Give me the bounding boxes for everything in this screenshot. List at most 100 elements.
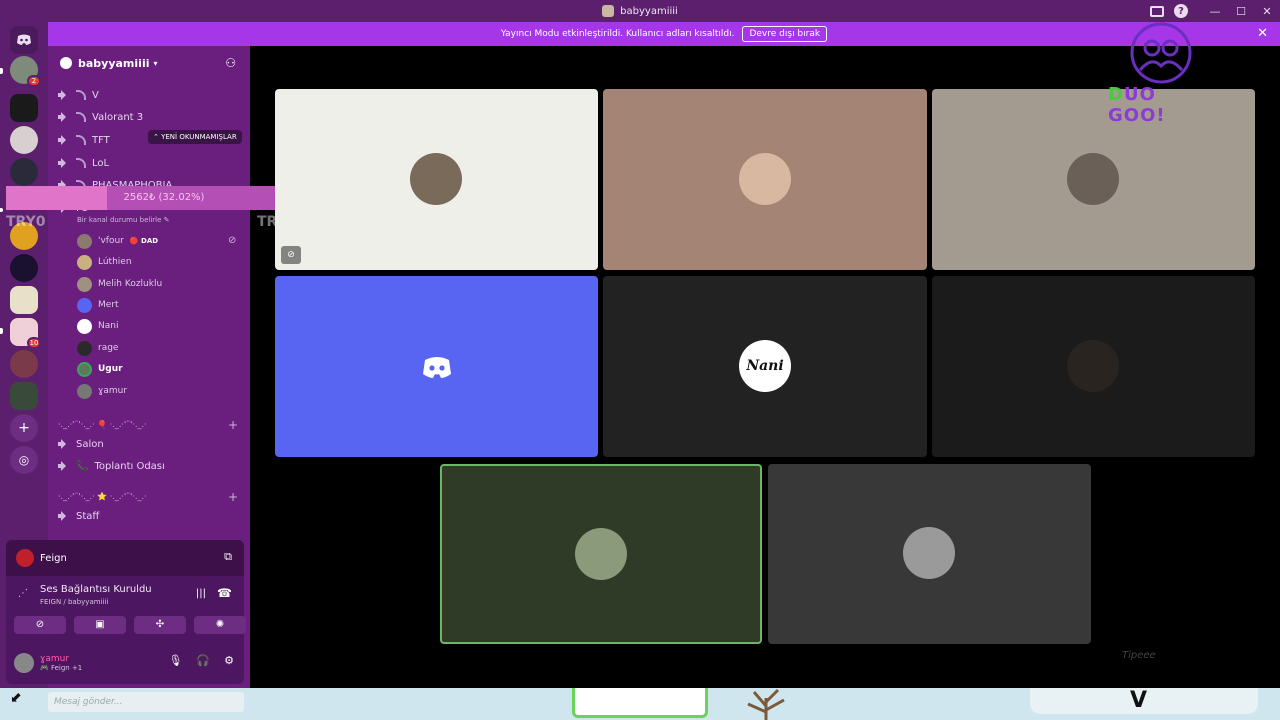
member-ugur[interactable]: Ugur (77, 360, 123, 378)
soundboard-button[interactable]: ✺ (194, 616, 246, 634)
voice-status[interactable]: Ses Bağlantısı Kuruldu (40, 584, 152, 595)
member-vfour[interactable]: 'vfour 🔴 DAD (77, 232, 158, 250)
dad-tag: 🔴 DAD (129, 237, 159, 245)
channel-toplanti[interactable]: 📞 Toplantı Odası (58, 457, 165, 475)
avatar (14, 653, 34, 673)
discord-home-icon[interactable] (10, 26, 38, 54)
chevron-down-icon: ▾ (153, 58, 158, 68)
server-icon-9[interactable] (10, 350, 38, 378)
avatar (77, 340, 92, 356)
message-input[interactable]: Mesaj gönder... (48, 692, 244, 712)
avatar (77, 254, 92, 270)
maximize-button[interactable]: ☐ (1228, 5, 1254, 18)
video-tile-discord[interactable] (275, 276, 598, 457)
close-window-button[interactable]: ✕ (1254, 5, 1280, 18)
minimize-button[interactable]: — (1202, 5, 1228, 18)
activities-button[interactable]: ✣ (134, 616, 186, 634)
add-channel-icon[interactable]: + (228, 490, 238, 504)
channel-lol[interactable]: LoL (58, 154, 109, 172)
signal-icon: ⋰ (18, 588, 28, 599)
explore-icon[interactable]: ◎ (10, 446, 38, 474)
microphone-icon[interactable]: 🎙 (168, 654, 182, 667)
avatar (77, 297, 92, 313)
camera-button[interactable]: ⊘ (14, 616, 66, 634)
speaker-icon (58, 112, 70, 122)
avatar (77, 276, 92, 292)
v-logo-icon: V (1130, 688, 1148, 713)
arrow-icon: ⬋ (10, 690, 22, 706)
disable-streamer-mode-button[interactable]: Devre dışı bırak (742, 26, 828, 42)
channel-staff[interactable]: Staff (58, 507, 99, 525)
tree-icon (747, 688, 785, 720)
add-server-icon[interactable]: + (10, 414, 38, 442)
speaker-icon (58, 158, 70, 168)
window-title: babyyamiiii (602, 5, 678, 17)
popout-icon[interactable]: ⧉ (224, 550, 232, 564)
user-activity: 🎮 Feign +1 (40, 664, 83, 672)
speaker-icon (58, 135, 70, 145)
avatar (410, 153, 462, 205)
category-1-header[interactable]: ·._.·'¨'·._.· 🎈 ·._.·'¨'·._.· (58, 420, 147, 429)
video-tile-girl[interactable] (603, 89, 927, 270)
member-mert[interactable]: Mert (77, 296, 119, 314)
speaker-icon (58, 461, 70, 471)
channel-salon[interactable]: Salon (58, 435, 104, 453)
channel-status-placeholder[interactable]: Bir kanal durumu belirle ✎ (77, 216, 170, 224)
avatar (739, 153, 791, 205)
user-name: ɣamur (40, 654, 70, 664)
server-header[interactable]: babyyamiiii ▾ ⚇ (48, 46, 250, 80)
category-2-header[interactable]: ·._.·'¨'·._.· ⭐ ·._.·'¨'·._.· (58, 492, 147, 501)
add-member-icon[interactable]: ⚇ (225, 56, 236, 70)
screen-share-icon[interactable] (1150, 5, 1164, 17)
member-rage[interactable]: rage (77, 339, 118, 357)
avatar (77, 383, 92, 399)
noise-suppression-icon[interactable]: ||| (196, 588, 206, 599)
watermark: Tipeee (1122, 650, 1156, 661)
channel-valorant-3[interactable]: Valorant 3 (58, 108, 143, 126)
title-bar: babyyamiiii ? — ☐ ✕ (0, 0, 1280, 22)
avatar (77, 361, 92, 377)
speaker-icon (58, 511, 70, 521)
video-tile-bw[interactable] (768, 464, 1091, 644)
voice-channel-header[interactable]: Feign ⧉ (6, 540, 244, 576)
activity-icon (76, 158, 86, 168)
server-icon-1[interactable]: 2 (10, 56, 41, 87)
video-tile-dark[interactable] (932, 276, 1255, 457)
member-yamur[interactable]: ɣamur (77, 382, 127, 400)
goal-min-label: TRY0 (6, 214, 46, 230)
screen-share-button[interactable]: ▣ (74, 616, 126, 634)
server-icon-3[interactable] (10, 126, 38, 154)
user-panel[interactable]: ɣamur 🎮 Feign +1 (14, 650, 82, 676)
member-melih[interactable]: Melih Kozluklu (77, 275, 162, 293)
channel-v[interactable]: V (58, 86, 99, 104)
disconnect-icon[interactable]: ☎ (217, 586, 232, 600)
headphones-icon[interactable]: 🎧 (196, 654, 210, 667)
overlay-widget (572, 688, 708, 718)
message-bar: ⬋ Mesaj gönder... V (0, 688, 1280, 720)
help-icon[interactable]: ? (1174, 4, 1188, 18)
voice-channel-name: Feign (40, 552, 67, 564)
globe-icon (60, 57, 72, 69)
server-icon-7[interactable] (10, 286, 38, 314)
activity-icon (76, 135, 86, 145)
server-icon-6[interactable] (10, 254, 38, 282)
discord-logo-icon (423, 357, 451, 378)
gear-icon[interactable]: ⚙ (224, 654, 234, 667)
server-icon-4[interactable] (10, 158, 38, 186)
server-icon-10[interactable] (10, 382, 38, 410)
streamer-mode-banner: Yayıncı Modu etkinleştirildi. Kullanıcı … (48, 22, 1280, 46)
member-luthien[interactable]: Lúthien (77, 253, 132, 271)
server-icon-2[interactable] (10, 94, 38, 122)
video-tile-speaking[interactable] (440, 464, 762, 644)
activity-icon (76, 90, 86, 100)
channel-tft[interactable]: TFT (58, 131, 110, 149)
add-channel-icon[interactable]: + (228, 418, 238, 432)
member-nani[interactable]: Nani (77, 317, 118, 335)
video-tile-cat[interactable]: ⊘ (275, 89, 598, 270)
video-tile-nani[interactable]: Nani (603, 276, 927, 457)
new-unreads-tooltip[interactable]: ⌃ YENİ OKUNMAMIŞLAR (148, 130, 242, 144)
server-icon-8[interactable]: 10 (10, 318, 41, 349)
voice-panel: Feign ⧉ ⋰ Ses Bağlantısı Kuruldu FEIGN /… (6, 540, 246, 684)
logo-letter: D (1108, 84, 1124, 105)
close-icon[interactable]: ✕ (1257, 26, 1268, 41)
